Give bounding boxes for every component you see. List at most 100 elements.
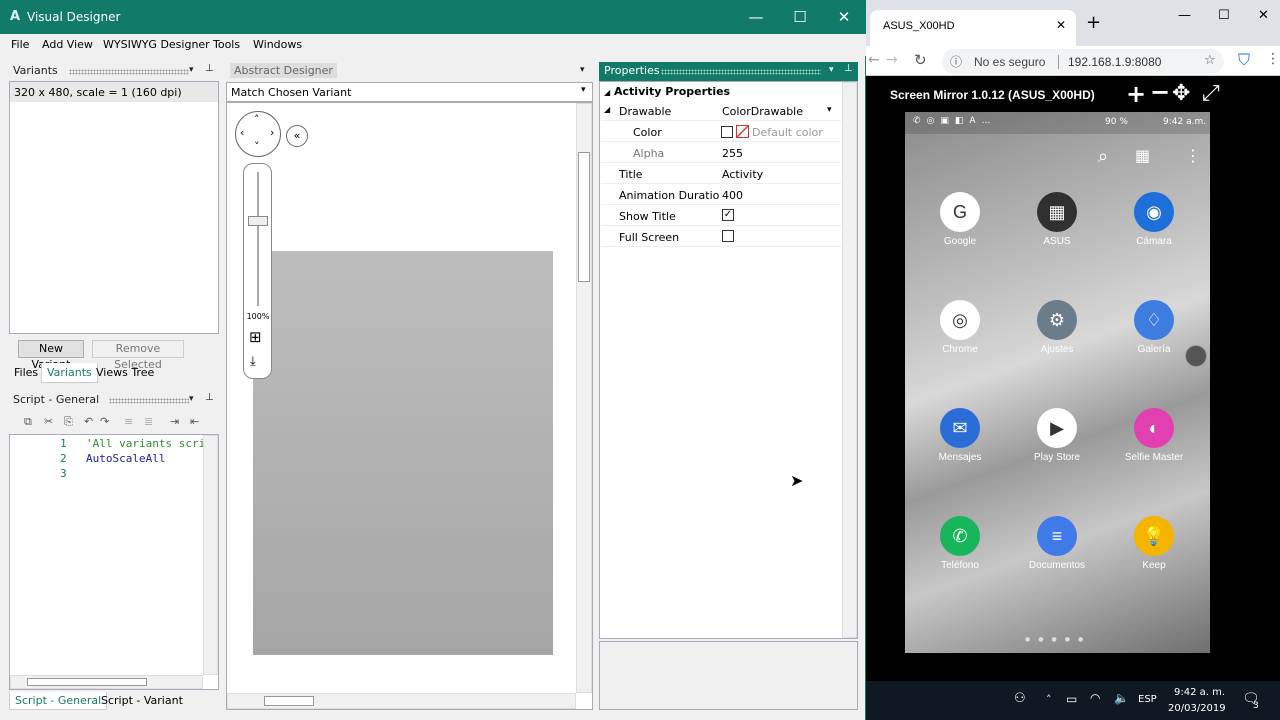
property-row-title[interactable]: Title Activity bbox=[601, 164, 841, 184]
extension-icon[interactable]: ⛉ bbox=[1238, 50, 1250, 70]
property-row-alpha[interactable]: Alpha 255 bbox=[601, 143, 841, 163]
forward-icon[interactable]: → bbox=[886, 52, 898, 68]
collapse-triangle-icon[interactable]: ◢ bbox=[604, 105, 610, 114]
activity-preview[interactable] bbox=[253, 251, 553, 655]
tab-script-variant[interactable]: Script - Variant bbox=[101, 694, 183, 707]
battery-icon[interactable]: ▭ bbox=[1066, 692, 1077, 706]
show-title-checkbox[interactable]: ✓ bbox=[722, 209, 734, 221]
zoom-in-icon[interactable]: + bbox=[1126, 80, 1146, 108]
new-tab-button[interactable]: + bbox=[1086, 14, 1101, 32]
scroll-thumb[interactable] bbox=[578, 152, 590, 282]
address-bar[interactable]: ⓘ No es seguro 192.168.1.9:8080 ☆ bbox=[942, 49, 1224, 74]
arrow-left-icon[interactable]: ‹ bbox=[240, 126, 244, 139]
horizontal-scrollbar[interactable] bbox=[10, 675, 203, 689]
maximize-button[interactable]: ☐ bbox=[778, 0, 822, 34]
undo-icon[interactable]: ↶ bbox=[84, 415, 93, 428]
outdent-icon[interactable]: ⇤ bbox=[190, 415, 199, 428]
dropdown-icon[interactable]: ▾ bbox=[189, 65, 194, 75]
property-row-drawable[interactable]: ◢ Drawable ColorDrawable ▾ bbox=[601, 101, 841, 121]
remove-selected-button[interactable]: Remove Selected bbox=[92, 340, 184, 371]
designer-canvas[interactable]: ˄ ˅ ‹ › « 100% ⊞ ⤓ bbox=[226, 102, 593, 710]
scroll-thumb[interactable] bbox=[27, 678, 147, 686]
dropdown-icon[interactable]: ▾ bbox=[581, 85, 586, 95]
full-screen-checkbox[interactable] bbox=[722, 230, 734, 242]
code-line[interactable]: 'All variants scri bbox=[86, 437, 204, 450]
close-tab-icon[interactable]: ✕ bbox=[1056, 18, 1066, 32]
cut-icon[interactable]: ✂ bbox=[44, 415, 53, 428]
dropdown-icon[interactable]: ▾ bbox=[580, 65, 585, 75]
pan-control[interactable]: ˄ ˅ ‹ › bbox=[235, 111, 281, 157]
tab-variants[interactable]: Variants bbox=[41, 363, 98, 383]
back-icon[interactable]: ← bbox=[868, 52, 880, 68]
clock-date[interactable]: 20/03/2019 bbox=[1168, 703, 1226, 714]
apps-icon[interactable]: ▦ bbox=[1135, 146, 1150, 165]
menu-wysiwyg-designer[interactable]: WYSIWYG Designer bbox=[103, 38, 210, 51]
property-row-animation-duration[interactable]: Animation Duration 400 bbox=[601, 185, 841, 205]
section-activity-properties[interactable]: ◢ Activity Properties bbox=[604, 85, 730, 98]
app-camera[interactable]: ◉ Cámara bbox=[1116, 192, 1192, 247]
property-row-show-title[interactable]: Show Title ✓ bbox=[601, 206, 841, 226]
info-icon[interactable]: ⓘ bbox=[950, 53, 962, 70]
language-indicator[interactable]: ESP bbox=[1138, 694, 1157, 705]
clock-time[interactable]: 9:42 a. m. bbox=[1174, 687, 1225, 698]
vertical-scrollbar[interactable] bbox=[842, 82, 857, 638]
tab-script-general[interactable]: Script - General bbox=[9, 692, 108, 710]
menu-tools[interactable]: Tools bbox=[213, 38, 240, 51]
reload-icon[interactable]: ↻ bbox=[914, 51, 927, 69]
variant-select[interactable]: Match Chosen Variant ▾ bbox=[226, 82, 593, 102]
horizontal-scrollbar[interactable] bbox=[227, 693, 576, 709]
app-messages[interactable]: ✉ Mensajes bbox=[922, 408, 998, 463]
browser-tab[interactable]: ASUS_X00HD ✕ bbox=[870, 10, 1076, 46]
floating-assist-icon[interactable] bbox=[1185, 345, 1207, 367]
pin-icon[interactable]: ⊥ bbox=[844, 63, 853, 74]
code-line[interactable]: AutoScaleAll bbox=[86, 452, 165, 465]
overflow-menu-icon[interactable]: ⋮ bbox=[1185, 146, 1201, 165]
copy-icon[interactable]: ⧉ bbox=[24, 415, 32, 429]
phone-screen[interactable]: ✆◎▣◧A… 90 % 9:42 a.m. ⌕ ▦ ⋮ G Google ▦ ASUS… bbox=[905, 112, 1210, 653]
minimize-button[interactable]: — bbox=[1178, 8, 1191, 23]
app-phone[interactable]: ✆ Teléfono bbox=[922, 516, 998, 571]
dropdown-icon[interactable]: ▾ bbox=[189, 394, 194, 404]
app-settings[interactable]: ⚙ Ajustes bbox=[1019, 300, 1095, 355]
indent-icon[interactable]: ⇥ bbox=[170, 415, 179, 428]
arrow-down-icon[interactable]: ˅ bbox=[254, 140, 260, 153]
app-google[interactable]: G Google bbox=[922, 192, 998, 247]
pin-icon[interactable]: ⊥ bbox=[205, 392, 214, 403]
app-play-store[interactable]: ▶ Play Store bbox=[1019, 408, 1095, 463]
zoom-out-icon[interactable]: − bbox=[1150, 78, 1170, 106]
collapse-triangle-icon[interactable]: ◢ bbox=[604, 88, 610, 97]
color-swatch[interactable] bbox=[721, 126, 733, 138]
vertical-scrollbar[interactable] bbox=[203, 435, 218, 675]
variant-item[interactable]: 320 x 480, scale = 1 (160 dpi) bbox=[10, 82, 218, 102]
fullscreen-icon[interactable]: ⤢ bbox=[1202, 81, 1220, 106]
close-button[interactable]: ✕ bbox=[1258, 8, 1269, 23]
maximize-button[interactable]: ☐ bbox=[1218, 8, 1230, 23]
zoom-slider[interactable] bbox=[248, 215, 268, 226]
menu-icon[interactable]: ⋮ bbox=[1266, 51, 1280, 67]
move-icon[interactable]: ✥ bbox=[1172, 81, 1190, 106]
property-row-color[interactable]: Color Default color bbox=[601, 122, 841, 142]
tab-views-tree[interactable]: Views Tree bbox=[96, 366, 154, 379]
pin-icon[interactable]: ⊥ bbox=[205, 63, 214, 74]
menu-windows[interactable]: Windows bbox=[253, 38, 302, 51]
dropdown-icon[interactable]: ▾ bbox=[829, 65, 834, 75]
volume-icon[interactable]: 🔈 bbox=[1114, 691, 1129, 705]
arrow-right-icon[interactable]: › bbox=[270, 126, 274, 139]
menu-file[interactable]: File bbox=[11, 38, 29, 51]
app-chrome[interactable]: ◎ Chrome bbox=[922, 300, 998, 355]
collapse-icon[interactable]: « bbox=[286, 125, 308, 147]
dropdown-icon[interactable]: ▾ bbox=[827, 105, 832, 115]
code-editor[interactable]: 1 'All variants scri 2 AutoScaleAll 3 bbox=[9, 434, 219, 690]
download-icon[interactable]: ⤓ bbox=[250, 354, 256, 369]
app-gallery[interactable]: ♢ Galería bbox=[1116, 300, 1192, 355]
scroll-thumb[interactable] bbox=[264, 696, 314, 706]
paste-icon[interactable]: ⎘ bbox=[64, 415, 73, 429]
vertical-scrollbar[interactable] bbox=[576, 103, 592, 693]
bookmark-star-icon[interactable]: ☆ bbox=[1204, 53, 1216, 68]
show-hidden-icons[interactable]: ˄ bbox=[1046, 693, 1052, 706]
app-asus[interactable]: ▦ ASUS bbox=[1019, 192, 1095, 247]
wifi-icon[interactable]: ◠ bbox=[1090, 691, 1100, 705]
app-documents[interactable]: ≡ Documentos bbox=[1019, 516, 1095, 571]
close-button[interactable]: ✕ bbox=[822, 0, 866, 34]
search-icon[interactable]: ⌕ bbox=[1098, 146, 1108, 167]
